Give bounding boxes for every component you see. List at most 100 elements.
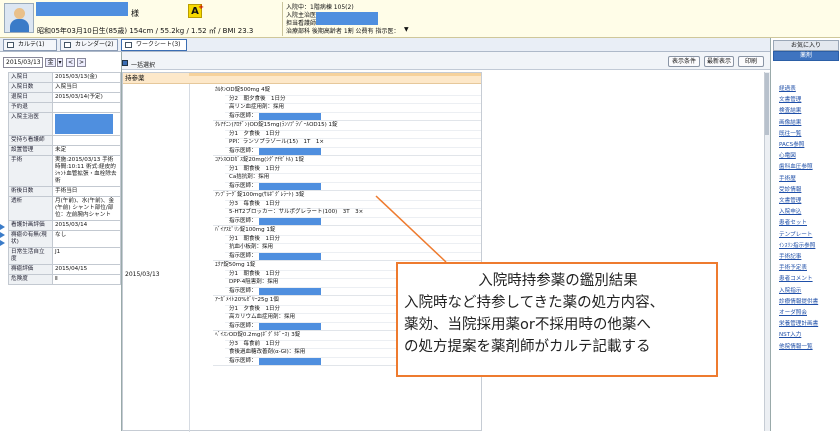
callout-line: 入院時など持参してきた薬の処方内容、 bbox=[404, 295, 665, 311]
doctor-name-redacted bbox=[316, 12, 378, 25]
summary-row: 看護計画評価 2015/03/14 bbox=[8, 220, 121, 231]
menu-link[interactable]: 患者セット bbox=[779, 218, 807, 226]
prev-day-button[interactable]: < bbox=[66, 58, 75, 67]
summary-value bbox=[52, 135, 121, 146]
menu-link[interactable]: 診療情報提供書 bbox=[779, 297, 818, 305]
prescribing-doctor-label: 指示医師： bbox=[229, 357, 257, 364]
menu-link[interactable]: 心電図 bbox=[779, 151, 796, 159]
calendar-icon bbox=[64, 42, 71, 48]
summary-key: 褥瘡の有無(現状) bbox=[8, 230, 53, 248]
menu-link[interactable]: オーダ照会 bbox=[779, 308, 807, 316]
tab-worksheet[interactable]: ワークシート(3) bbox=[121, 39, 187, 51]
allergy-badge[interactable]: A + bbox=[188, 3, 204, 18]
summary-table: 入院日 2015/03/13(金) 入院日数 入院当日 退院日 2015/03/14(予定… bbox=[8, 72, 121, 285]
prescribing-doctor-label: 指示医師： bbox=[229, 217, 257, 224]
menu-link[interactable]: 入院指示 bbox=[779, 286, 801, 294]
doctor-name-redacted bbox=[259, 252, 321, 260]
honorific: 様 bbox=[131, 9, 139, 18]
menu-link[interactable]: 検査結果 bbox=[779, 106, 801, 114]
patient-avatar bbox=[4, 3, 34, 33]
expand-arrow-icon[interactable] bbox=[0, 232, 5, 238]
summary-value: 2015/03/14(予定) bbox=[52, 92, 121, 103]
summary-row: 退院日 2015/03/14(予定) bbox=[8, 92, 121, 103]
menu-link[interactable]: ｲﾝｽﾘﾝ指示参照 bbox=[779, 241, 815, 249]
drug-name[interactable]: ｴｸｱ錠50mg 1錠 bbox=[215, 262, 255, 269]
right-menu-panel: お気に入り 薬剤 経過表 文書管理 検査結果 画像結果 既往一覧 PACS参照 心電図 歯科血… bbox=[770, 38, 840, 431]
summary-value bbox=[52, 102, 121, 113]
weekday-dropdown-icon[interactable]: ▾ bbox=[57, 58, 63, 67]
tab-medication[interactable]: 薬剤 bbox=[773, 51, 839, 61]
scrollbar-thumb[interactable] bbox=[765, 73, 769, 135]
tab-favorites[interactable]: お気に入り bbox=[773, 40, 839, 51]
menu-link[interactable]: テンプレート bbox=[779, 230, 812, 238]
print-button[interactable]: 印刷 bbox=[738, 56, 764, 67]
worksheet-icon bbox=[125, 42, 132, 48]
drug-detail: 分3 毎食後 1日分 bbox=[229, 200, 280, 207]
prescribing-doctor-label: 指示医師： bbox=[229, 112, 257, 119]
expand-arrow-icon[interactable] bbox=[0, 240, 5, 246]
date-input[interactable]: 2015/03/13 bbox=[3, 57, 43, 68]
menu-link[interactable]: 入院申込 bbox=[779, 207, 801, 215]
menu-link[interactable]: 既往一覧 bbox=[779, 129, 801, 137]
summary-value: 手術当日 bbox=[52, 186, 121, 197]
menu-link[interactable]: 患者コメント bbox=[779, 274, 813, 282]
menu-link[interactable]: 手術歴 bbox=[779, 174, 796, 182]
menu-link[interactable]: 手術記事 bbox=[779, 252, 801, 260]
summary-row: 受持ち看護師 bbox=[8, 135, 121, 146]
menu-link[interactable]: 文書管理 bbox=[779, 95, 801, 103]
menu-link[interactable]: PACS参照 bbox=[779, 140, 804, 148]
doctor-name-redacted bbox=[259, 147, 321, 155]
drug-detail: 食後過血糖改善剤(α-GI)：採用 bbox=[229, 349, 306, 356]
drug-name[interactable]: ｱﾝﾌﾟﾗｰｸﾞ錠100mg(ｻﾙﾎﾟｸﾞﾚﾗｰﾄ) 3錠 bbox=[215, 192, 304, 199]
drug-name[interactable]: ﾊﾞｲｱｽﾋﾟﾘﾝ錠100mg 1錠 bbox=[215, 227, 275, 234]
main-tabs: カルテ(1) カレンダー(2) ワークシート(3) bbox=[0, 38, 770, 52]
summary-key: 危険度 bbox=[8, 274, 53, 285]
doctor-name-redacted bbox=[259, 217, 321, 225]
select-all-label: 一括選択 bbox=[131, 62, 156, 69]
summary-row: 入院日 2015/03/13(金) bbox=[8, 72, 121, 83]
expand-arrow-icon[interactable] bbox=[0, 224, 5, 230]
refresh-button[interactable]: 最新表示 bbox=[704, 56, 734, 67]
display-conditions-button[interactable]: 表示条件 bbox=[668, 56, 700, 67]
select-all-checkbox[interactable] bbox=[122, 60, 128, 66]
patient-name-redacted bbox=[36, 2, 128, 16]
callout-line: の処方提案を薬剤師がカルテ記載する bbox=[404, 339, 651, 355]
menu-link[interactable]: 経過表 bbox=[779, 84, 796, 92]
menu-link[interactable]: 歯科血圧参照 bbox=[779, 162, 813, 170]
plus-icon: + bbox=[198, 3, 204, 11]
menu-link[interactable]: 受診情報 bbox=[779, 185, 801, 193]
drug-name[interactable]: ﾍﾞｲｽﾝOD錠0.2mg(ﾎﾞｸﾞﾘﾎﾞｰｽ) 3錠 bbox=[215, 332, 300, 339]
drug-name[interactable]: ｸﾚｱﾁﾆﾝ(ｱﾛﾁﾞﾝ)OD錠15mg(ﾗﾝｿﾌﾟﾗｿﾞｰﾙOD15) 1錠 bbox=[215, 122, 338, 129]
summary-value: 2015/03/14 bbox=[52, 220, 121, 231]
next-day-button[interactable]: > bbox=[77, 58, 86, 67]
drug-detail: 分1 朝食後 1日分 bbox=[229, 165, 280, 172]
drug-name[interactable]: ｶﾙﾀﾝOD錠500mg 4錠 bbox=[215, 87, 270, 94]
doctor-name-redacted bbox=[259, 182, 321, 190]
menu-link[interactable]: 文書管理 bbox=[779, 196, 801, 204]
drug-name[interactable]: ｱｰｶﾞﾒｲﾄ20%ｾﾞﾘｰ25g 1個 bbox=[215, 297, 279, 304]
menu-link[interactable]: 他院情報一覧 bbox=[779, 342, 813, 350]
menu-link[interactable]: 栄養管理計画書 bbox=[779, 319, 818, 327]
menu-link[interactable]: NST入力 bbox=[779, 330, 801, 338]
menu-link[interactable]: 手術予定表 bbox=[779, 263, 807, 271]
header-divider bbox=[282, 2, 283, 36]
summary-value: Ⅱ bbox=[52, 274, 121, 285]
drug-detail: 分1 朝食後 1日分 bbox=[229, 235, 280, 242]
doctor-name-redacted bbox=[259, 322, 321, 330]
summary-row: 設置管理 未定 bbox=[8, 145, 121, 156]
prescribing-doctor-label: 指示医師： bbox=[229, 147, 257, 154]
drug-name[interactable]: ｺｱｼｽODｶﾞｽ錠20mg(ｼｸﾞｱﾁｾﾞﾄﾙ) 1錠 bbox=[215, 157, 304, 164]
drug-divider bbox=[213, 190, 481, 191]
drug-detail: 高リン血症用剤：採用 bbox=[229, 104, 285, 111]
summary-row: 予約退 bbox=[8, 102, 121, 113]
summary-value: 2015/04/15 bbox=[52, 264, 121, 275]
drug-detail: DPP-4阻害剤：採用 bbox=[229, 279, 279, 286]
tab-calendar[interactable]: カレンダー(2) bbox=[60, 39, 118, 51]
summary-value: 入院当日 bbox=[52, 82, 121, 93]
insurance-info: 治療部科 後期高齢者 1割 公費有 指示医： bbox=[286, 28, 400, 35]
worksheet-toolbar: 一括選択 表示条件 最新表示 印刷 bbox=[122, 52, 770, 70]
menu-link[interactable]: 画像結果 bbox=[779, 118, 801, 126]
dropdown-arrow-icon[interactable]: ▼ bbox=[404, 26, 409, 33]
callout-line: 薬効、当院採用薬or不採用時の他薬へ bbox=[404, 317, 651, 333]
tab-karte[interactable]: カルテ(1) bbox=[3, 39, 57, 51]
